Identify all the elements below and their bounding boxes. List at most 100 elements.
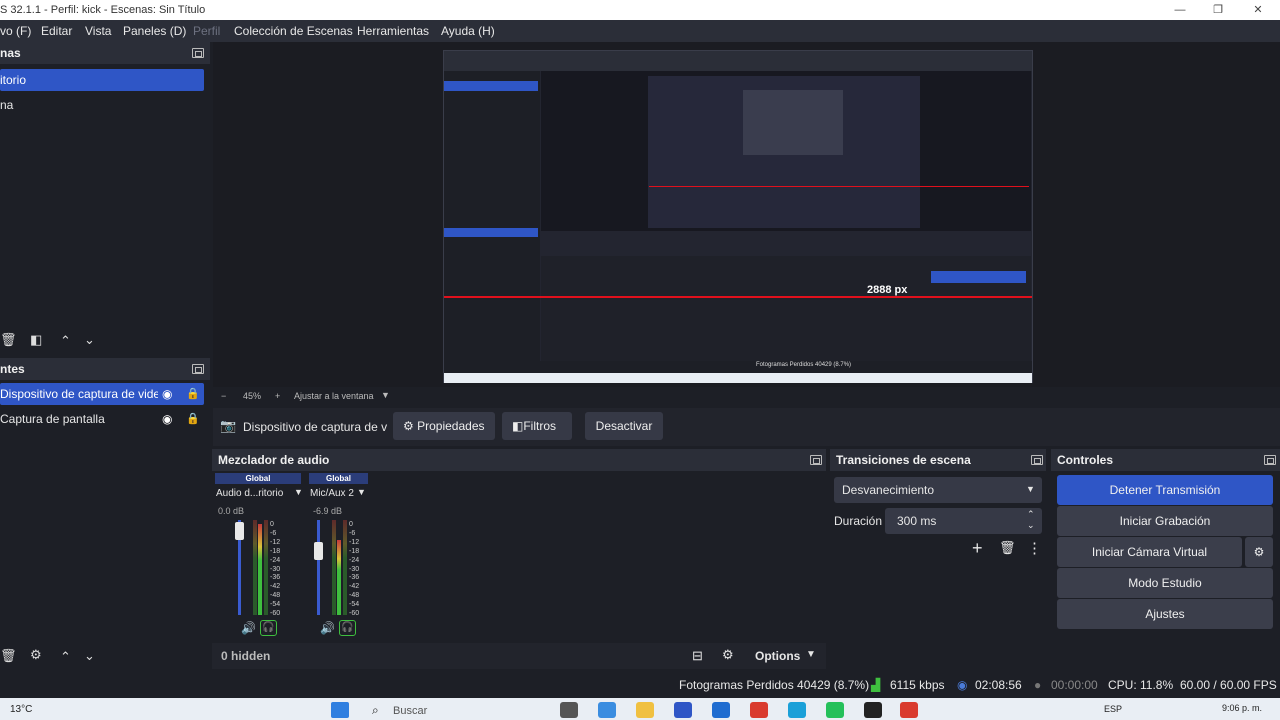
menu-file[interactable]: vo (F): [0, 24, 31, 38]
undock-icon[interactable]: [192, 364, 204, 374]
settings-button[interactable]: Ajustes: [1057, 599, 1273, 629]
speaker-icon[interactable]: 🔊: [320, 621, 335, 635]
close-button[interactable]: ✕: [1248, 2, 1268, 18]
chevron-down-icon[interactable]: ▼: [806, 649, 816, 660]
sources-title: ntes: [0, 358, 210, 380]
windows-start-icon[interactable]: [331, 702, 349, 718]
deactivate-button[interactable]: Desactivar: [585, 412, 663, 440]
source-item[interactable]: Captura de pantalla: [0, 408, 204, 430]
chevron-down-icon[interactable]: ⌄: [84, 648, 95, 664]
level-meter: [337, 540, 341, 615]
nested-bottom: 2888 px: [541, 256, 1031, 366]
filter-icon[interactable]: ◧: [30, 332, 42, 348]
volume-knob[interactable]: [314, 542, 323, 560]
volume-knob[interactable]: [235, 522, 244, 540]
zoom-out-button[interactable]: −: [221, 391, 226, 401]
layout-icon[interactable]: ⊟: [692, 648, 703, 664]
chevron-up-icon[interactable]: ⌃: [60, 333, 71, 349]
app-icon[interactable]: [788, 702, 806, 718]
stream-time: 02:08:56: [975, 678, 1022, 692]
properties-label: Propiedades: [417, 419, 485, 433]
chevron-up-icon[interactable]: ⌃: [1027, 509, 1035, 520]
trash-icon[interactable]: 🗑: [0, 332, 17, 348]
search-icon[interactable]: ⌕: [372, 703, 379, 718]
gear-icon[interactable]: ⚙: [30, 647, 42, 663]
app-icon[interactable]: [900, 702, 918, 718]
eye-icon[interactable]: ◉: [162, 387, 172, 401]
trash-icon[interactable]: 🗑: [0, 648, 17, 664]
weather[interactable]: 13°C: [10, 704, 32, 715]
taskbar-search[interactable]: Buscar: [393, 705, 427, 717]
app-icon[interactable]: [826, 702, 844, 718]
menu-edit[interactable]: Editar: [41, 24, 72, 38]
undock-icon[interactable]: [1264, 455, 1276, 465]
chevron-down-icon[interactable]: ⌄: [1027, 520, 1035, 531]
options-button[interactable]: Options: [755, 649, 800, 663]
chevron-down-icon[interactable]: ▼: [294, 487, 303, 497]
transition-select[interactable]: Desvanecimiento ▼: [834, 477, 1042, 503]
trash-icon[interactable]: 🗑: [999, 540, 1016, 556]
app-icon[interactable]: [598, 702, 616, 718]
zoom-in-button[interactable]: +: [275, 391, 280, 401]
speaker-icon[interactable]: 🔊: [241, 621, 256, 635]
menu-profile[interactable]: Perfil: [193, 24, 220, 38]
properties-button[interactable]: ⚙ Propiedades: [393, 412, 495, 440]
preview-canvas[interactable]: 2888 px Fotogramas Perdidos 40429 (8.7%): [443, 50, 1033, 383]
app-icon[interactable]: [636, 702, 654, 718]
lock-icon[interactable]: 🔒: [186, 387, 200, 400]
minimize-button[interactable]: —: [1170, 2, 1190, 18]
lock-icon[interactable]: 🔒: [186, 412, 200, 425]
fit-window-label[interactable]: Ajustar a la ventana: [294, 391, 374, 401]
undock-icon[interactable]: [810, 455, 822, 465]
gear-icon[interactable]: ⚙: [722, 647, 734, 663]
chevron-down-icon[interactable]: ⌄: [84, 332, 95, 348]
app-icon[interactable]: [674, 702, 692, 718]
meter-tick-label: -48: [349, 592, 360, 600]
level-meter: [264, 520, 268, 615]
nested-menu-bar: [444, 51, 1032, 71]
scene-item[interactable]: na: [0, 94, 204, 116]
undock-icon[interactable]: [192, 48, 204, 58]
channel-global-header: Global: [309, 473, 368, 484]
volume-slider[interactable]: [317, 520, 320, 615]
app-icon[interactable]: [560, 702, 578, 718]
clock[interactable]: 9:06 p. m.: [1222, 703, 1262, 713]
chevron-down-icon[interactable]: ▼: [381, 390, 390, 400]
menu-scene-collection[interactable]: Colección de Escenas: [234, 24, 353, 38]
start-recording-button[interactable]: Iniciar Grabación: [1057, 506, 1273, 536]
duration-input[interactable]: 300 ms ⌃ ⌄: [885, 508, 1042, 534]
more-icon[interactable]: ⋮: [1027, 539, 1042, 557]
virtual-camera-button[interactable]: Iniciar Cámara Virtual: [1057, 537, 1242, 567]
add-icon[interactable]: +: [972, 538, 983, 559]
app-icon[interactable]: [864, 702, 882, 718]
studio-mode-button[interactable]: Modo Estudio: [1057, 568, 1273, 598]
maximize-button[interactable]: ❐: [1208, 2, 1228, 18]
filters-button[interactable]: ◧Filtros: [502, 412, 572, 440]
chevron-down-icon[interactable]: ▼: [357, 487, 366, 497]
sources-dock: ntes Dispositivo de captura de video ◉ 🔒…: [0, 358, 210, 670]
headphones-icon[interactable]: 🎧: [260, 620, 277, 636]
headphones-icon[interactable]: 🎧: [339, 620, 356, 636]
menu-docks[interactable]: Paneles (D): [123, 24, 186, 38]
menu-help[interactable]: Ayuda (H): [441, 24, 495, 38]
record-time: 00:00:00: [1051, 678, 1098, 692]
nested-px-value: 2888 px: [867, 284, 908, 296]
undock-icon[interactable]: [1031, 455, 1043, 465]
menu-view[interactable]: Vista: [85, 24, 111, 38]
meter-tick-label: 0: [270, 521, 274, 528]
meter-tick-label: -60: [270, 610, 281, 617]
virtual-camera-settings-button[interactable]: ⚙: [1245, 537, 1273, 567]
stop-stream-button[interactable]: Detener Transmisión: [1057, 475, 1273, 505]
filters-label: Filtros: [523, 419, 557, 433]
menu-tools[interactable]: Herramientas: [357, 24, 429, 38]
chevron-up-icon[interactable]: ⌃: [60, 649, 71, 665]
app-icon[interactable]: [712, 702, 730, 718]
meter-tick-label: -6: [270, 529, 277, 537]
record-icon: ●: [1034, 678, 1042, 692]
eye-icon[interactable]: ◉: [162, 412, 172, 426]
source-item[interactable]: Dispositivo de captura de video: [0, 383, 204, 405]
language[interactable]: ESP: [1104, 704, 1122, 714]
scene-item[interactable]: itorio: [0, 69, 204, 91]
app-icon[interactable]: [750, 702, 768, 718]
channel-name: Mic/Aux 2: [310, 488, 354, 499]
